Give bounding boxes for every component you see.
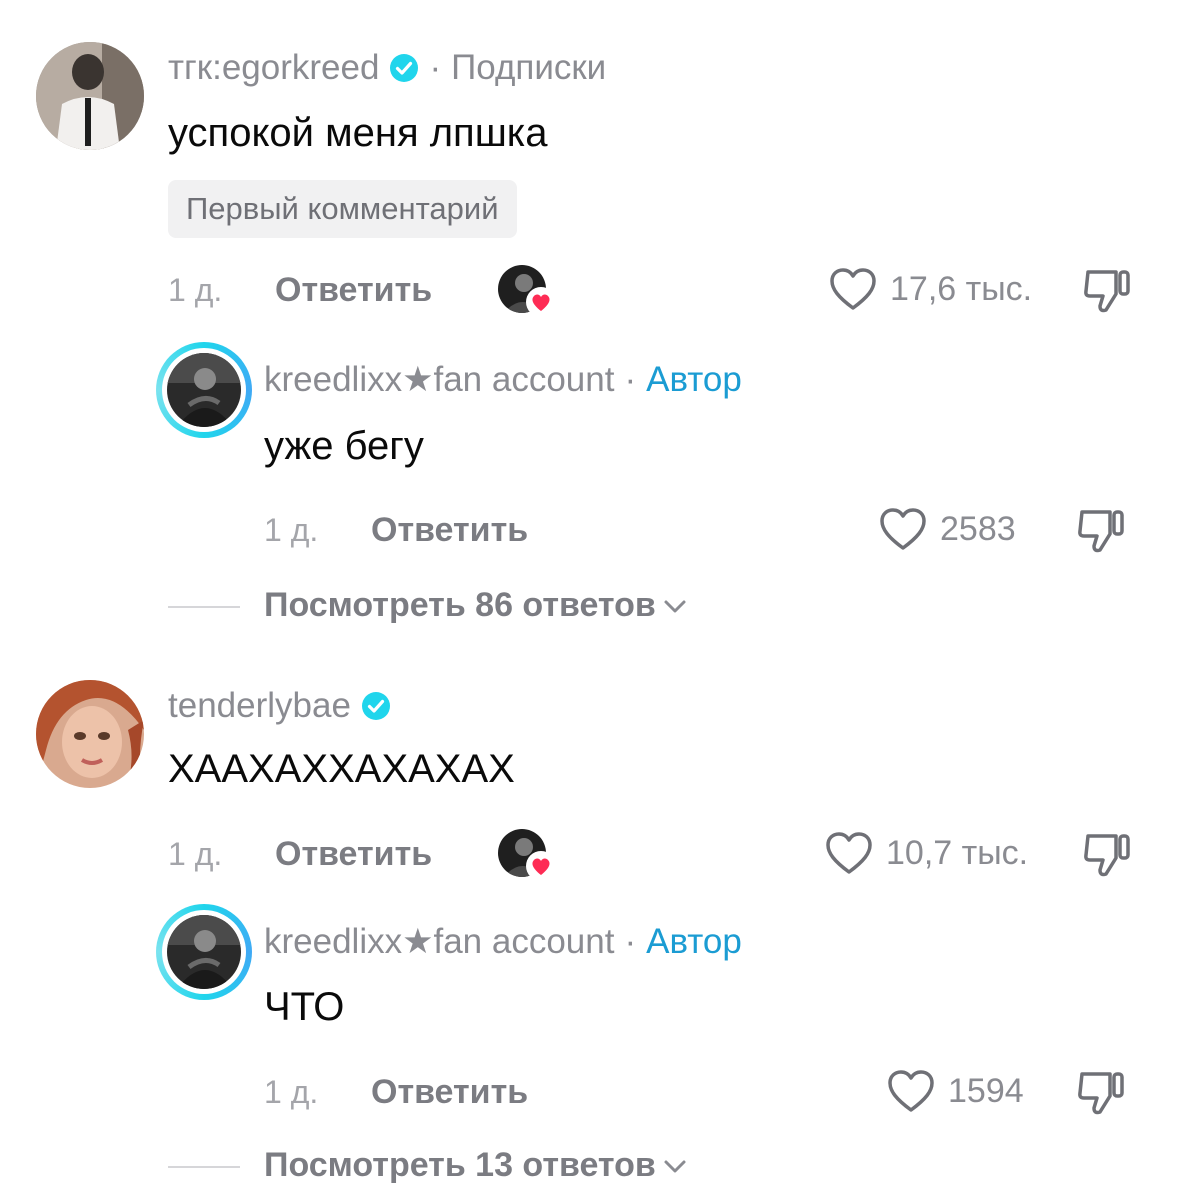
avatar-image [36,42,144,150]
timestamp: 1 д. [168,836,223,872]
view-replies-button[interactable]: Посмотреть 13 ответов [264,1146,688,1185]
username[interactable]: тгк:egorkreed [168,48,379,88]
comment-text: успокой меня лпшка [168,111,548,155]
avatar-image [167,915,241,989]
author-label: Автор [646,360,742,399]
avatar[interactable] [36,680,144,788]
reply-header: kreedlixx★fan account · Автор [264,922,742,962]
chevron-down-icon [664,1160,686,1172]
timestamp: 1 д. [168,272,223,308]
like-button[interactable]: 2583 [878,506,1016,552]
view-replies-label: Посмотреть 86 ответов [264,586,656,624]
reply-button[interactable]: Ответить [371,510,528,550]
avatar[interactable] [36,42,144,150]
view-replies-button[interactable]: Посмотреть 86 ответов [264,586,688,625]
timestamp: 1 д. [264,512,319,548]
username[interactable]: tenderlybae [168,686,351,726]
like-count: 2583 [940,509,1016,548]
comment-header: тгк:egorkreed · Подписки [168,48,606,88]
reply-button[interactable]: Ответить [275,270,432,310]
like-count: 10,7 тыс. [886,833,1029,872]
reply-header: kreedlixx★fan account · Автор [264,360,742,400]
comment-header: tenderlybae [168,686,391,726]
heart-outline-icon [830,268,876,310]
thumbs-down-icon[interactable] [1082,266,1134,316]
author-avatar[interactable] [156,342,252,438]
like-button[interactable]: 1594 [886,1068,1024,1114]
reply-text: ЧТО [264,985,345,1029]
timestamp: 1 д. [264,1074,319,1110]
like-button[interactable]: 10,7 тыс. [824,830,1028,876]
creator-liked-indicator [498,265,556,317]
separator-dot: · [429,48,442,87]
thumbs-down-icon[interactable] [1076,1068,1128,1118]
relation-label: Подписки [451,48,607,87]
author-avatar[interactable] [156,904,252,1000]
divider-line [168,606,240,608]
like-button[interactable]: 17,6 тыс. [828,266,1032,312]
author-label: Автор [646,922,742,961]
creator-heart-icon [526,851,556,881]
avatar-image [36,680,144,788]
like-count: 1594 [948,1071,1024,1110]
separator-dot: · [624,360,637,399]
reply-button[interactable]: Ответить [275,834,432,874]
avatar-image [167,353,241,427]
chevron-down-icon [664,600,686,612]
like-count: 17,6 тыс. [890,269,1033,308]
separator-dot: · [624,922,637,961]
heart-outline-icon [880,508,926,550]
thumbs-down-icon[interactable] [1076,506,1128,556]
verified-check-icon [361,692,390,720]
reply-button[interactable]: Ответить [371,1072,528,1112]
heart-outline-icon [888,1070,934,1112]
creator-heart-icon [526,287,556,317]
username[interactable]: kreedlixx★fan account [264,922,614,962]
heart-outline-icon [826,832,872,874]
view-replies-label: Посмотреть 13 ответов [264,1146,656,1184]
first-comment-badge: Первый комментарий [168,180,517,238]
comment-text: ХААХАХХАХАХАХ [168,747,515,791]
username[interactable]: kreedlixx★fan account [264,360,614,400]
reply-text: уже бегу [264,424,424,468]
thumbs-down-icon[interactable] [1082,830,1134,880]
divider-line [168,1166,240,1168]
creator-liked-indicator [498,829,556,881]
verified-check-icon [390,54,419,82]
